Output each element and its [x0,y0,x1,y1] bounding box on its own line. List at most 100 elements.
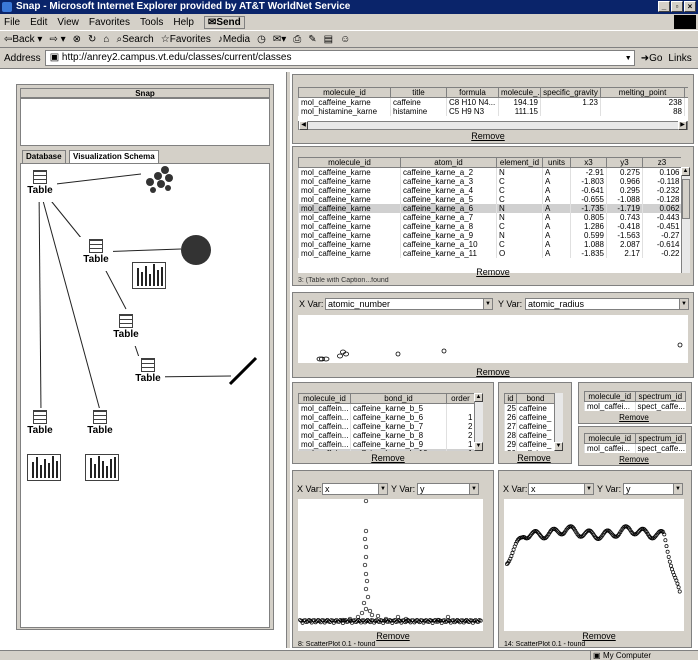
menu-help[interactable]: Help [173,17,194,28]
table-row[interactable]: mol_caffeine_karne caffeine_karne_a_5 C A -0… [298,195,681,204]
molecules-table[interactable]: molecule_id title formula molecule_... speci… [298,87,688,116]
table-row[interactable]: 30caffeine_ [504,449,554,451]
remove-scatter-left-link[interactable]: Remove [358,631,428,641]
table-row[interactable]: mol_caffei... spect_caffe... [584,401,686,411]
scroll-down-icon[interactable]: ▼ [474,442,483,451]
scroll-up-icon[interactable]: ▲ [474,393,483,402]
search-button[interactable]: ⌕Search [116,34,153,45]
scroll-up-icon[interactable]: ▲ [681,167,690,176]
bonds-table[interactable]: molecule_id bond_id order mol_caffein... ca… [298,393,474,451]
table-row[interactable]: 28 caffeine_ [504,431,554,440]
remove-bonds2-link[interactable]: Remove [504,453,564,463]
home-icon[interactable]: ⌂ [103,34,109,45]
table-row[interactable]: mol_caffei... spect_caffe... [584,443,686,453]
xvar-select[interactable]: x ▼ [322,483,388,495]
column-header[interactable]: order [446,393,474,404]
col-molecule-id[interactable]: molecule_id [584,433,636,444]
column-header[interactable]: title [390,87,447,98]
yvar-select[interactable]: y ▼ [417,483,479,495]
xvar-select[interactable]: atomic_number ▼ [325,298,493,310]
discuss-icon[interactable]: ▤ [324,34,333,45]
table-row[interactable]: mol_caffeine_karne caffeine_karne_a_3 C A -1… [298,177,681,186]
table-row[interactable]: mol_caffeine_karne caffeine_karne_a_9 N A 0.… [298,231,681,240]
close-button[interactable]: × [684,1,696,12]
table-row[interactable]: mol_caffein...caffeine_karne_b_101 [298,449,474,451]
table-row[interactable]: mol_caffeine_karne caffeine_karne_a_7 N A 0.… [298,213,681,222]
scatter-right-plot[interactable] [504,499,684,631]
menu-tools[interactable]: Tools [140,17,163,28]
column-header[interactable]: molecule_... [498,87,541,98]
column-header[interactable]: atom_id [400,157,497,168]
column-header[interactable]: molecule_id [298,157,401,168]
table-row[interactable]: mol_caffeine_karne caffeine_karne_a_6 N A -1… [298,204,681,213]
table-node-5[interactable]: Table [23,408,57,442]
remove-atomic-scatter-link[interactable]: Remove [458,367,528,377]
refresh-icon[interactable]: ↻ [88,34,96,45]
xvar-select[interactable]: x ▼ [528,483,594,495]
spectra-table-1[interactable]: molecule_id spectrum_id mol_caffei... spec… [584,391,686,411]
spectra-table-2[interactable]: molecule_id spectrum_id mol_caffei... spec… [584,433,686,453]
column-header[interactable]: bond_id [350,393,447,404]
column-header[interactable]: id [504,393,517,404]
yvar-select[interactable]: y ▼ [623,483,683,495]
column-header[interactable]: bond [516,393,554,404]
menu-favorites[interactable]: Favorites [89,17,130,28]
atomic-scatter-plot[interactable] [298,315,688,363]
table-row[interactable]: mol_caffeine_karne caffeine_karne_a_10 C A 1… [298,240,681,249]
back-button[interactable]: ⇦Back ▾ [4,34,42,45]
mail-icon[interactable]: ✉▾ [273,34,286,45]
atoms-table[interactable]: molecule_id atom_id element_id units x3 y3 z3 … [298,157,681,258]
col-molecule-id[interactable]: molecule_id [584,391,636,402]
col-spectrum-id[interactable]: spectrum_id [634,391,686,402]
scroll-thumb[interactable] [682,179,690,219]
table-row[interactable]: 29 caffeine_ [504,440,554,449]
scatter-left-plot[interactable] [298,499,483,631]
table-row[interactable]: mol_caffein... caffeine_karne_b_6 1 [298,413,474,422]
table-row[interactable]: mol_caffein... caffeine_karne_b_9 1 [298,440,474,449]
table-row[interactable]: 25 caffeine [504,403,554,413]
table-row[interactable]: mol_caffein... caffeine_karne_b_7 2 [298,422,474,431]
remove-atoms-link[interactable]: Remove [458,267,528,277]
scroll-down-icon[interactable]: ▼ [554,442,563,451]
column-header[interactable]: molecule_id [298,87,391,98]
table-row[interactable]: mol_caffeine_karne caffeine_karne_a_2 N A -2… [298,167,681,177]
address-dropdown-icon[interactable]: ▼ [625,55,635,62]
remove-bonds-link[interactable]: Remove [353,453,423,463]
go-button[interactable]: ➜Go [641,53,663,64]
column-header[interactable]: melting_point [600,87,685,98]
minimize-button[interactable]: _ [658,1,670,12]
table-node-4[interactable]: Table [131,356,165,390]
col-spectrum-id[interactable]: spectrum_id [634,433,686,444]
table-row[interactable]: mol_caffeine_karne caffeine_karne_a_4 C A -0… [298,186,681,195]
links-button[interactable]: Links [668,53,691,64]
column-header[interactable]: y3 [606,157,643,168]
table-node-1[interactable]: Table [23,168,57,202]
column-header[interactable]: element_id [496,157,543,168]
table-row[interactable]: mol_histamine_karne histamine C5 H9 N3 111.… [298,107,688,116]
atoms-vscroll[interactable]: ▲ [681,167,690,273]
media-button[interactable]: ♪Media [218,34,250,45]
bonds-vscroll[interactable]: ▲ ▼ [474,393,483,451]
yvar-select[interactable]: atomic_radius ▼ [525,298,689,310]
menu-file[interactable]: File [4,17,20,28]
table-row[interactable]: mol_caffein... caffeine_karne_b_8 2 [298,431,474,440]
column-header[interactable]: specific_gravity [540,87,601,98]
remove-spectra-2-link[interactable]: Remove [604,455,664,464]
menu-view[interactable]: View [57,17,79,28]
scroll-right-icon[interactable]: ▶ [678,121,687,130]
messenger-icon[interactable]: ☺ [340,34,350,45]
column-header[interactable]: units [542,157,571,168]
table-row[interactable]: mol_caffein... caffeine_karne_b_5 [298,403,474,413]
favorites-button[interactable]: ☆Favorites [161,34,211,45]
column-header[interactable]: z3 [642,157,681,168]
print-icon[interactable]: ⎙ [293,34,301,45]
history-icon[interactable]: ◷ [257,34,266,45]
address-input[interactable]: ▣ http://anrey2.campus.vt.edu/classes/cu… [44,50,635,66]
stop-icon[interactable]: ⊗ [73,34,81,45]
tab-visualization-schema[interactable]: Visualization Schema [69,150,159,163]
send-button[interactable]: ✉Send [203,15,245,29]
remove-molecules-link[interactable]: Remove [453,131,523,141]
column-header[interactable]: molecule_id [298,393,351,404]
pane-splitter[interactable] [286,72,290,648]
column-header[interactable]: boil [684,87,688,98]
